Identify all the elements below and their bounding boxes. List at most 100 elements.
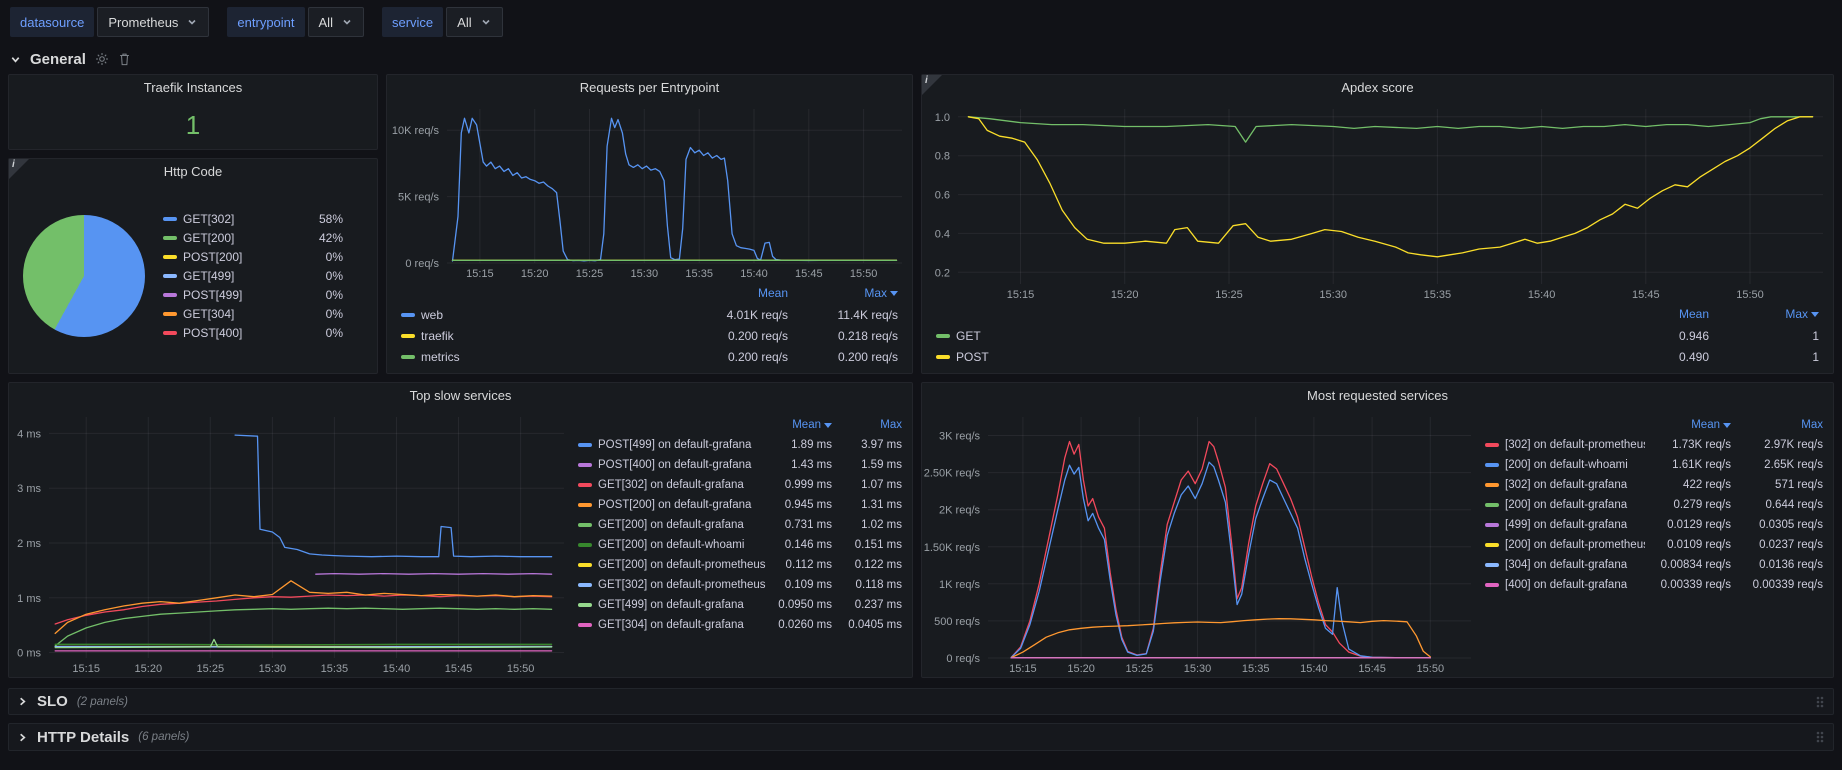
series-name[interactable]: POST[499] on default-grafana — [598, 439, 751, 451]
panel-info-icon[interactable]: i — [9, 159, 29, 179]
filter-service-label[interactable]: service — [382, 7, 443, 37]
row-http-details-title[interactable]: HTTP Details — [37, 729, 129, 746]
legend-item[interactable]: POST[200] on default-grafana0.945 ms1.31… — [578, 495, 902, 515]
filter-datasource-label[interactable]: datasource — [10, 7, 94, 37]
series-name[interactable]: GET[304] on default-grafana — [598, 619, 744, 631]
series-name[interactable]: POST — [956, 350, 989, 364]
series-name[interactable]: GET[302] on default-grafana — [598, 479, 744, 491]
series-name[interactable]: POST[200] on default-grafana — [598, 499, 751, 511]
legend-item[interactable]: GET[200] on default-whoami0.146 ms0.151 … — [578, 535, 902, 555]
series-name[interactable]: GET[304] — [183, 307, 234, 321]
filter-service-value-text: All — [457, 15, 471, 30]
legend-sort-mean[interactable]: Mean — [1645, 419, 1731, 431]
legend-item[interactable]: [302] on default-grafana422 req/s571 req… — [1485, 475, 1823, 495]
series-name[interactable]: GET[200] on default-prometheus — [598, 559, 766, 571]
http-code-pie-chart[interactable] — [23, 215, 145, 337]
legend-item[interactable]: GET[499]0% — [163, 267, 343, 286]
legend-item[interactable]: [200] on default-grafana0.279 req/s0.644… — [1485, 495, 1823, 515]
legend-item[interactable]: [400] on default-grafana0.00339 req/s0.0… — [1485, 575, 1823, 595]
legend-item[interactable]: traefik0.200 req/s0.218 req/s — [395, 325, 904, 346]
apdex-chart[interactable]: 0.20.40.60.81.015:1515:2015:2515:3015:35… — [922, 101, 1833, 303]
legend-item[interactable]: GET[200] on default-prometheus0.112 ms0.… — [578, 555, 902, 575]
legend-item[interactable]: POST[499] on default-grafana1.89 ms3.97 … — [578, 435, 902, 455]
row-slo[interactable]: SLO (2 panels) — [8, 688, 1834, 715]
legend-item[interactable]: POST0.4901 — [930, 346, 1825, 367]
chevron-right-icon[interactable] — [17, 696, 28, 707]
legend-item[interactable]: GET[200]42% — [163, 229, 343, 248]
legend-item[interactable]: POST[200]0% — [163, 248, 343, 267]
series-name[interactable]: [200] on default-whoami — [1505, 459, 1628, 471]
legend-item[interactable]: GET[304]0% — [163, 305, 343, 324]
legend-item[interactable]: GET[302] on default-prometheus0.109 ms0.… — [578, 575, 902, 595]
row-drag-handle-icon[interactable] — [1815, 695, 1825, 709]
legend-item[interactable]: GET[302]58% — [163, 210, 343, 229]
legend-sort-max[interactable]: Max — [1731, 419, 1823, 431]
legend-item[interactable]: POST[400] on default-grafana1.43 ms1.59 … — [578, 455, 902, 475]
series-name[interactable]: [200] on default-grafana — [1505, 499, 1627, 511]
panel-title[interactable]: Requests per Entrypoint — [387, 75, 912, 101]
series-name[interactable]: [302] on default-prometheus — [1505, 439, 1645, 451]
legend-item[interactable]: GET0.9461 — [930, 325, 1825, 346]
series-name[interactable]: GET[302] on default-prometheus — [598, 579, 766, 591]
most-requested-chart[interactable]: 0 req/s500 req/s1K req/s1.50K req/s2K re… — [922, 409, 1481, 677]
panel-title[interactable]: Top slow services — [9, 383, 912, 409]
series-name[interactable]: traefik — [421, 329, 454, 343]
legend-item[interactable]: [499] on default-grafana0.0129 req/s0.03… — [1485, 515, 1823, 535]
series-name[interactable]: [302] on default-grafana — [1505, 479, 1627, 491]
legend-item[interactable]: [302] on default-prometheus1.73K req/s2.… — [1485, 435, 1823, 455]
legend-item[interactable]: POST[499]0% — [163, 286, 343, 305]
panel-title[interactable]: Http Code — [9, 159, 377, 185]
series-name[interactable]: GET[200] on default-whoami — [598, 539, 744, 551]
series-name[interactable]: [400] on default-grafana — [1505, 579, 1627, 591]
top-slow-chart[interactable]: 0 ms1 ms2 ms3 ms4 ms15:1515:2015:2515:30… — [9, 409, 574, 677]
panel-title[interactable]: Apdex score — [922, 75, 1833, 101]
row-general-title[interactable]: General — [30, 51, 86, 68]
series-name[interactable]: POST[499] — [183, 288, 242, 302]
series-name[interactable]: POST[200] — [183, 250, 242, 264]
trash-icon[interactable] — [118, 52, 131, 66]
series-name[interactable]: GET — [956, 329, 981, 343]
legend-item[interactable]: [200] on default-prometheus0.0109 req/s0… — [1485, 535, 1823, 555]
filter-entrypoint-label[interactable]: entrypoint — [227, 7, 304, 37]
series-name[interactable]: POST[400] on default-grafana — [598, 459, 751, 471]
panel-title[interactable]: Most requested services — [922, 383, 1833, 409]
legend-sort-max[interactable]: Max — [788, 286, 898, 300]
legend-sort-mean[interactable]: Mean — [768, 419, 832, 431]
legend-sort-max[interactable]: Max — [1709, 307, 1819, 321]
legend-item[interactable]: GET[302] on default-grafana0.999 ms1.07 … — [578, 475, 902, 495]
legend-item[interactable]: POST[400]0% — [163, 324, 343, 343]
requests-chart[interactable]: 0 req/s5K req/s10K req/s15:1515:2015:251… — [387, 101, 912, 282]
legend-item[interactable]: GET[200] on default-grafana0.731 ms1.02 … — [578, 515, 902, 535]
legend-item[interactable]: GET[499] on default-grafana0.0950 ms0.23… — [578, 595, 902, 615]
chevron-right-icon[interactable] — [17, 732, 28, 743]
legend-item[interactable]: metrics0.200 req/s0.200 req/s — [395, 346, 904, 367]
legend-item[interactable]: GET[304] on default-grafana0.0260 ms0.04… — [578, 615, 902, 635]
filter-datasource-value[interactable]: Prometheus — [97, 7, 209, 37]
legend-item[interactable]: [304] on default-grafana0.00834 req/s0.0… — [1485, 555, 1823, 575]
series-name[interactable]: GET[499] — [183, 269, 234, 283]
legend-sort-mean[interactable]: Mean — [1599, 307, 1709, 321]
series-name[interactable]: [499] on default-grafana — [1505, 519, 1627, 531]
legend-sort-mean[interactable]: Mean — [678, 286, 788, 300]
filter-service-value[interactable]: All — [446, 7, 502, 37]
series-name[interactable]: GET[200] — [183, 231, 234, 245]
row-http-details[interactable]: HTTP Details (6 panels) — [8, 723, 1834, 751]
series-name[interactable]: GET[499] on default-grafana — [598, 599, 744, 611]
chevron-down-icon[interactable] — [10, 54, 21, 65]
legend-item[interactable]: [200] on default-whoami1.61K req/s2.65K … — [1485, 455, 1823, 475]
series-name[interactable]: POST[400] — [183, 326, 242, 340]
gear-icon[interactable] — [95, 52, 109, 66]
filter-entrypoint-value[interactable]: All — [308, 7, 364, 37]
legend-item[interactable]: web4.01K req/s11.4K req/s — [395, 304, 904, 325]
series-name[interactable]: GET[302] — [183, 212, 234, 226]
legend-sort-max[interactable]: Max — [832, 419, 902, 431]
series-name[interactable]: [200] on default-prometheus — [1505, 539, 1645, 551]
series-name[interactable]: [304] on default-grafana — [1505, 559, 1627, 571]
series-name[interactable]: GET[200] on default-grafana — [598, 519, 744, 531]
row-slo-title[interactable]: SLO — [37, 693, 68, 710]
panel-info-icon[interactable]: i — [922, 75, 942, 95]
panel-title[interactable]: Traefik Instances — [9, 75, 377, 101]
series-name[interactable]: web — [421, 308, 443, 322]
row-drag-handle-icon[interactable] — [1815, 730, 1825, 744]
series-name[interactable]: metrics — [421, 350, 460, 364]
